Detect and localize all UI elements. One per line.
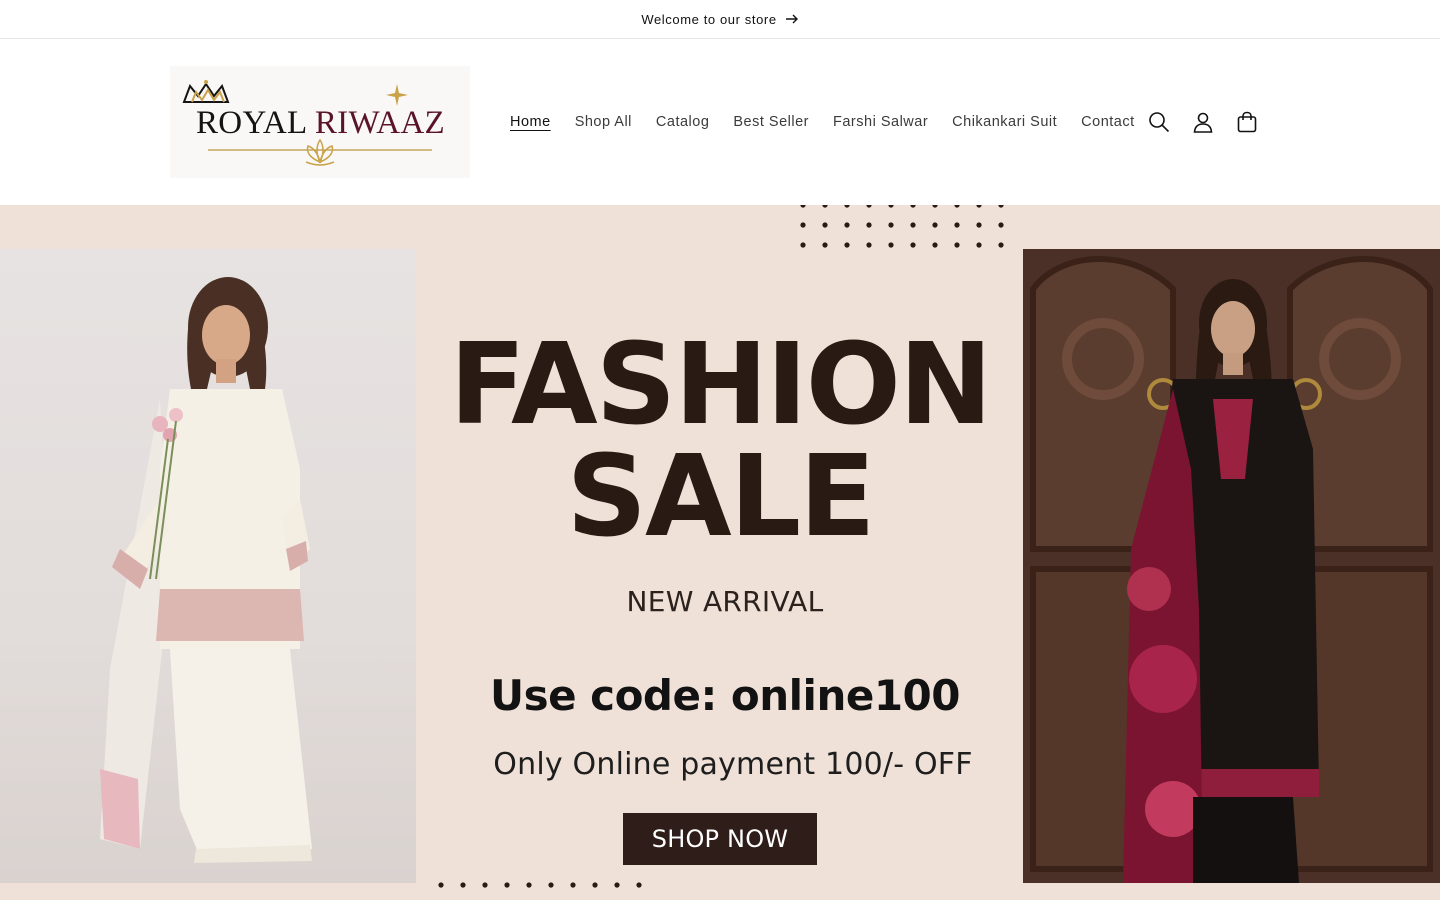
nav-catalog[interactable]: Catalog xyxy=(644,111,721,133)
main-nav: Home Shop All Catalog Best Seller Farshi… xyxy=(498,111,1147,133)
store-logo[interactable]: ROYAL RIWAAZ xyxy=(170,66,470,178)
hero-photo-right xyxy=(1023,249,1440,883)
arrow-right-icon xyxy=(785,12,799,26)
announcement-bar[interactable]: Welcome to our store xyxy=(0,0,1440,39)
nav-contact[interactable]: Contact xyxy=(1069,111,1146,133)
decorative-dots-bottom xyxy=(438,882,642,888)
cart-icon[interactable] xyxy=(1234,109,1260,135)
logo-word-royal: ROYAL xyxy=(196,105,307,141)
nav-farshi-salwar[interactable]: Farshi Salwar xyxy=(821,111,940,133)
site-header: ROYAL RIWAAZ Home Shop All Catalog Best … xyxy=(0,39,1440,205)
model-black-suit-illustration xyxy=(1023,249,1440,883)
logo-word-riwaaz: RIWAAZ xyxy=(314,105,445,141)
hero-headline-line1: FASHION xyxy=(449,320,992,450)
announcement-text[interactable]: Welcome to our store xyxy=(641,12,776,27)
nav-home[interactable]: Home xyxy=(498,111,563,133)
decorative-dots-top xyxy=(800,205,1004,248)
hero-photo-left xyxy=(0,249,416,883)
nav-shop-all[interactable]: Shop All xyxy=(563,111,644,133)
hero-subheadline: NEW ARRIVAL xyxy=(626,585,824,618)
header-icons xyxy=(1146,109,1260,135)
shop-now-button[interactable]: SHOP NOW xyxy=(623,813,817,865)
promo-code-text: Use code: online100 xyxy=(489,671,961,720)
hero-headline-line2: SALE xyxy=(566,432,875,562)
nav-best-seller[interactable]: Best Seller xyxy=(721,111,821,133)
logo-wordmark: ROYAL RIWAAZ xyxy=(196,105,445,142)
hero-banner[interactable]: FASHION SALE NEW ARRIVAL Use code: onlin… xyxy=(0,205,1440,900)
account-icon[interactable] xyxy=(1190,109,1216,135)
nav-chikankari-suit[interactable]: Chikankari Suit xyxy=(940,111,1069,133)
model-white-suit-illustration xyxy=(100,277,312,863)
search-icon[interactable] xyxy=(1146,109,1172,135)
offer-text: Only Online payment 100/- OFF xyxy=(493,747,973,782)
